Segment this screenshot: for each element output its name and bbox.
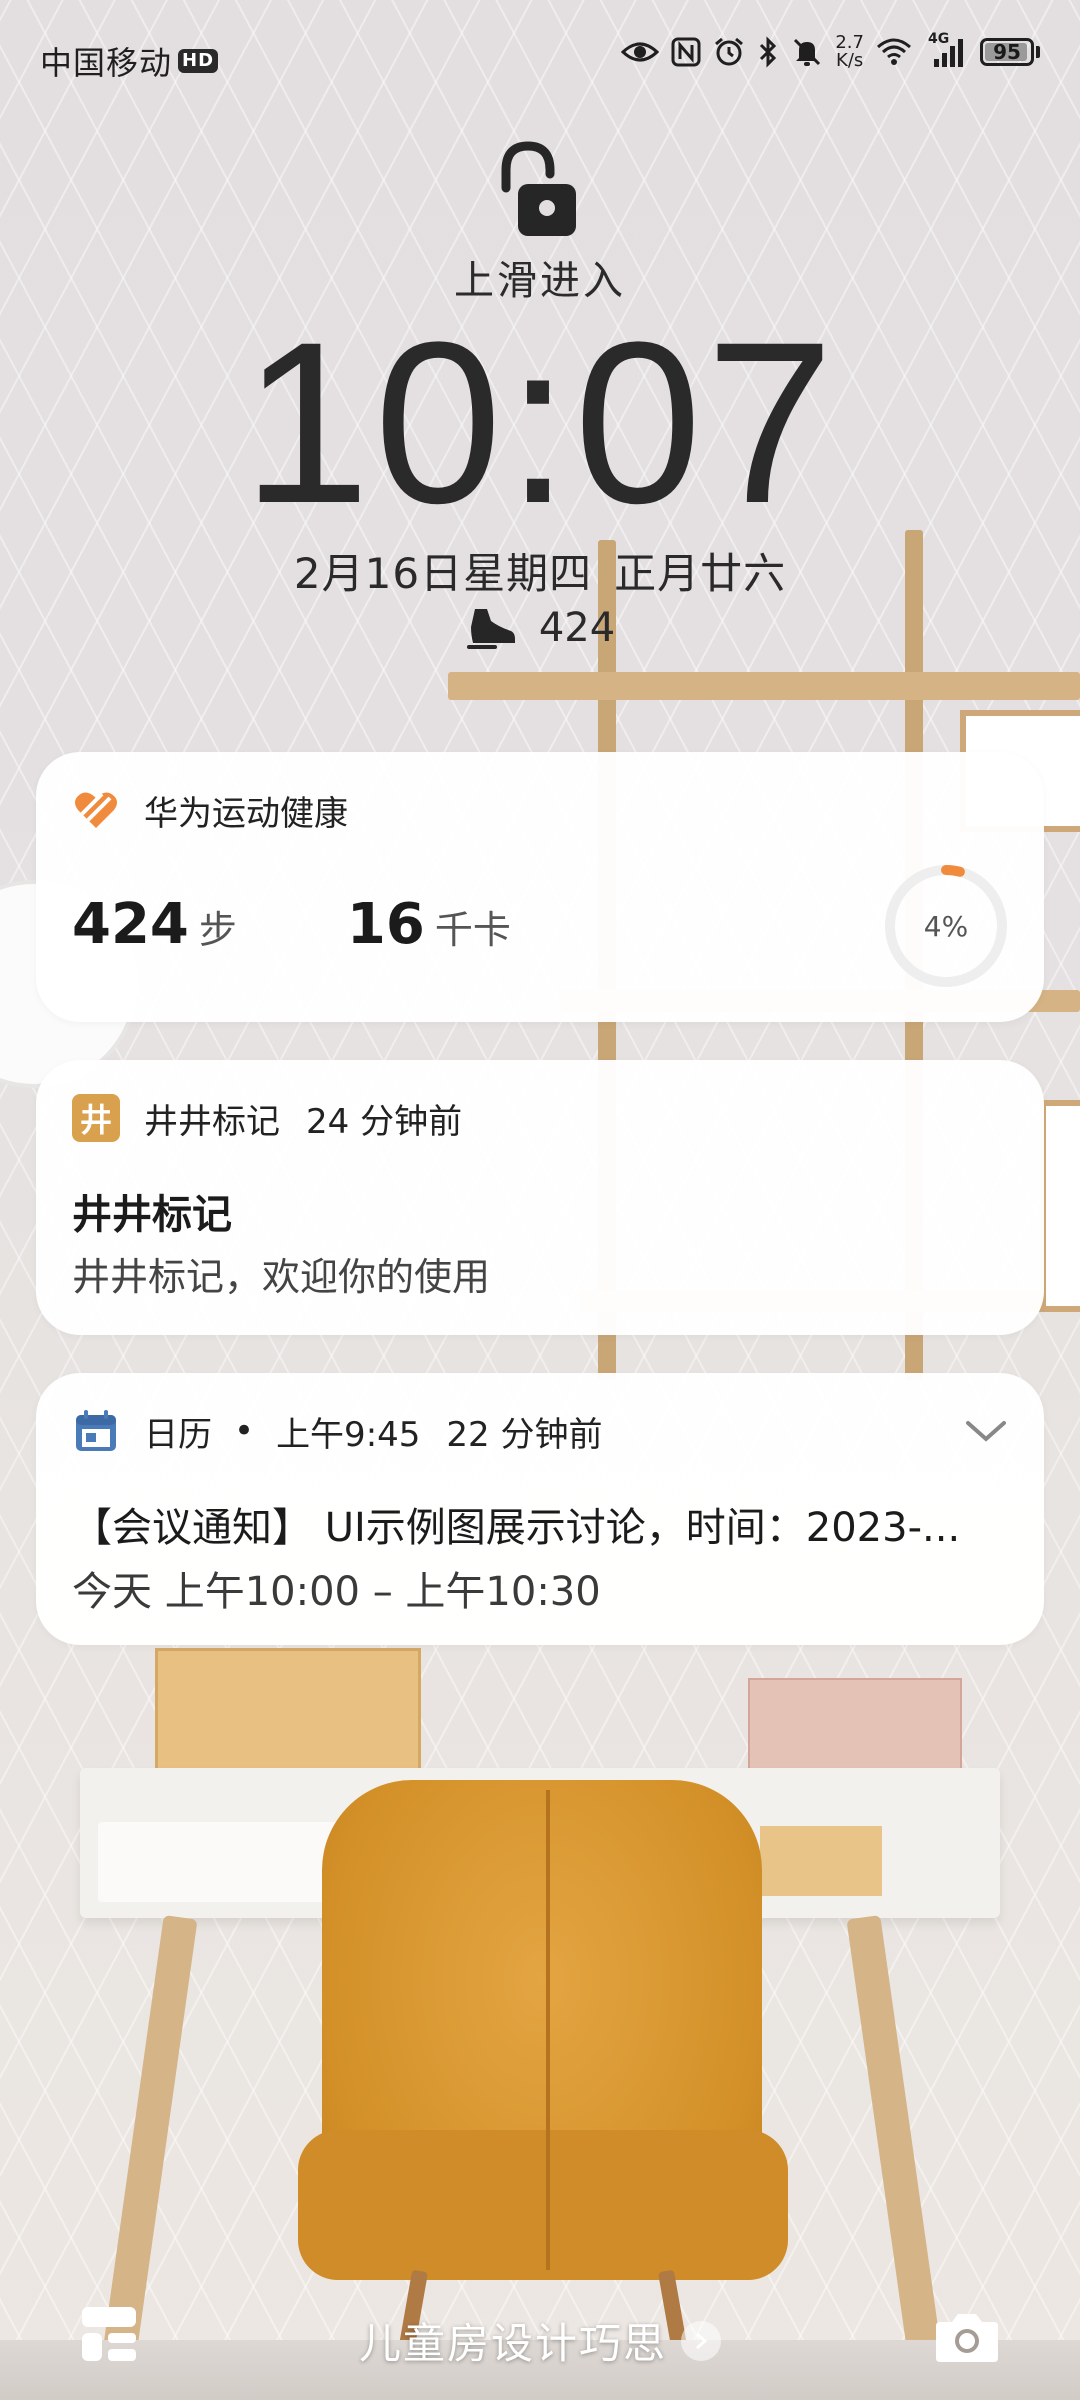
calories-value: 16 <box>346 892 425 957</box>
net-speed-unit: K/s <box>836 50 864 71</box>
steps-unit: 步 <box>198 908 237 952</box>
eye-icon <box>621 42 660 62</box>
notification-time: 上午9:45 <box>276 1414 421 1455</box>
magazine-link[interactable]: 儿童房设计巧思 <box>0 2310 1080 2371</box>
net-speed: 2.7 K/s <box>835 34 864 70</box>
chair-seam <box>546 1790 550 2270</box>
calories-unit: 千卡 <box>434 908 511 952</box>
chevron-down-icon[interactable] <box>964 1418 1008 1444</box>
cellular-signal: 4G <box>928 31 968 67</box>
app-name: 华为运动健康 <box>144 793 348 834</box>
notification-title: 井井标记 <box>72 1192 232 1238</box>
card-header: 井 井井标记 24 分钟前 <box>72 1092 1008 1144</box>
notification-body: 今天 上午10:00 – 上午10:30 <box>72 1569 601 1615</box>
steps-count: 424 <box>538 605 616 651</box>
jingjing-app-icon: 井 <box>72 1094 120 1142</box>
picture-frame <box>1040 1100 1080 1312</box>
notification-time-ago: 22 分钟前 <box>446 1414 603 1455</box>
notification-card-jingjing[interactable]: 井 井井标记 24 分钟前 井井标记 井井标记，欢迎你的使用 <box>36 1060 1044 1335</box>
bluetooth-icon <box>760 36 777 68</box>
separator-dot: • <box>234 1411 255 1451</box>
app-name: 日历 <box>144 1414 212 1455</box>
health-stats: 424 步 16 千卡 <box>72 892 511 957</box>
desk-drawer <box>98 1822 348 1902</box>
carrier-name: 中国移动 HD <box>40 38 219 84</box>
network-type: 4G <box>928 31 950 47</box>
date-line: 2月16日星期四 正月廿六 <box>0 540 1080 601</box>
lunar-date: 正月廿六 <box>614 549 787 598</box>
notification-card-calendar[interactable]: 日历 • 上午9:45 22 分钟前 【会议通知】 UI示例图展示讨论，时间：2… <box>36 1373 1044 1645</box>
notification-title: 【会议通知】 UI示例图展示讨论，时间：2023-... <box>72 1505 961 1551</box>
desk-books <box>760 1826 882 1896</box>
card-header: 日历 • 上午9:45 22 分钟前 <box>72 1405 1008 1457</box>
magazine-title: 儿童房设计巧思 <box>358 2319 667 2368</box>
battery-tip <box>1036 46 1040 58</box>
alarm-icon <box>715 37 744 66</box>
shoe-icon <box>466 609 515 649</box>
steps-value: 424 <box>72 892 189 957</box>
hd-badge: HD <box>178 49 219 73</box>
huawei-health-icon <box>75 792 117 828</box>
camera-icon <box>936 2314 998 2362</box>
notification-body: 井井标记，欢迎你的使用 <box>72 1255 491 1299</box>
clock-time: 10:07 <box>242 294 838 551</box>
progress-label: 4% <box>923 909 969 943</box>
camera-button[interactable] <box>934 2310 1000 2368</box>
nfc-icon <box>671 37 701 67</box>
lock-screen[interactable]: 中国移动 HD 2.7 K/s 4G 95 上滑进入 10:07 2月16日星期… <box>0 0 1080 2400</box>
unlock-icon[interactable] <box>488 140 592 248</box>
steps-summary: 424 <box>0 605 1080 651</box>
wooden-box <box>155 1648 421 1774</box>
health-widget-card[interactable]: 华为运动健康 424 步 16 千卡 4% <box>36 752 1044 1022</box>
battery-body: 95 <box>980 38 1034 66</box>
battery-level: 95 <box>993 40 1021 64</box>
chair-seat <box>298 2130 788 2280</box>
status-bar: 中国移动 HD 2.7 K/s 4G 95 <box>0 0 1080 110</box>
mute-bell-icon <box>794 38 821 66</box>
shelf-board <box>448 672 1080 700</box>
status-icons: 2.7 K/s 4G 95 <box>621 31 1040 70</box>
notification-time: 24 分钟前 <box>306 1101 463 1142</box>
chevron-right-icon <box>681 2320 721 2361</box>
date-text: 2月16日星期四 <box>293 549 593 598</box>
calendar-icon <box>76 1410 116 1451</box>
battery-icon: 95 <box>980 38 1040 66</box>
app-name: 井井标记 <box>144 1101 280 1142</box>
pink-box <box>748 1678 962 1770</box>
carrier-label: 中国移动 <box>40 44 173 82</box>
wifi-icon <box>877 38 911 65</box>
card-header: 华为运动健康 <box>72 784 1008 836</box>
